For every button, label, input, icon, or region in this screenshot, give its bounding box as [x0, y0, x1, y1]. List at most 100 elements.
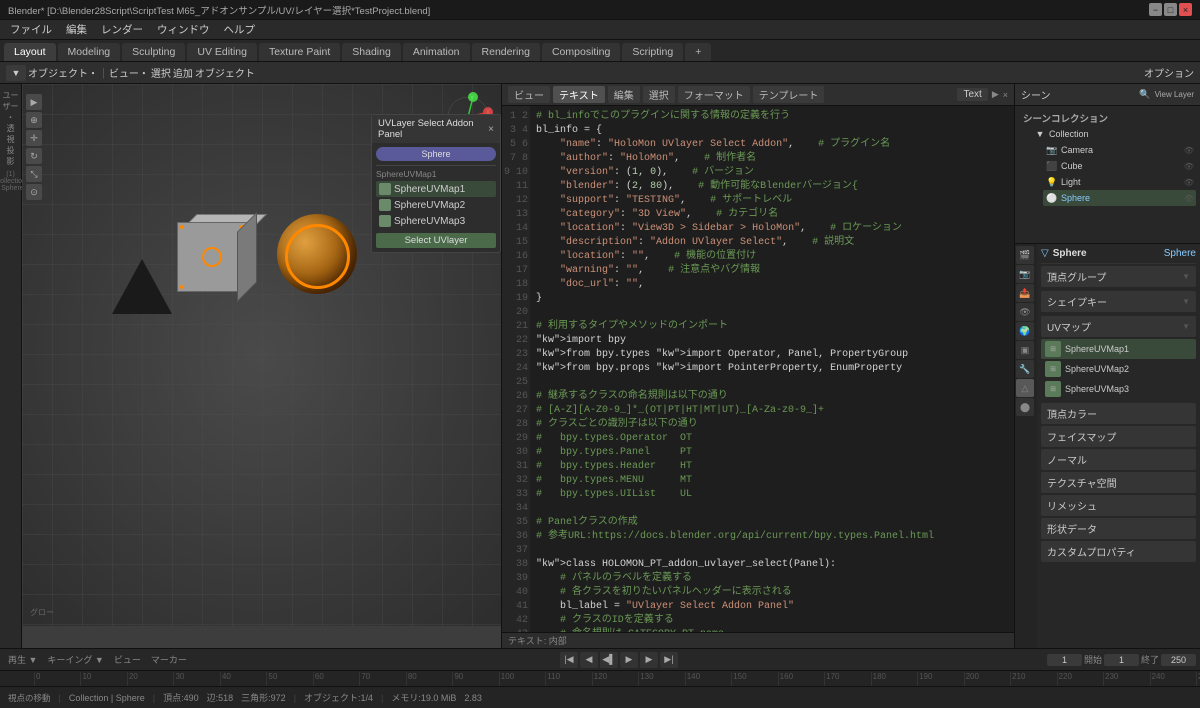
tool-cursor[interactable]: ⊕: [26, 112, 42, 128]
step-back-btn[interactable]: ◀: [580, 652, 598, 668]
prop-output-btn[interactable]: 📤: [1016, 284, 1034, 302]
step-fwd-btn[interactable]: ▶: [640, 652, 658, 668]
geometry-section[interactable]: 形状データ: [1041, 518, 1196, 539]
prop-modifier-btn[interactable]: 🔧: [1016, 360, 1034, 378]
uv-map-1[interactable]: ⊞ SphereUVMap1: [1041, 339, 1196, 359]
uv-map-section[interactable]: UVマップ ▼: [1041, 316, 1196, 337]
tool-move[interactable]: ✛: [26, 130, 42, 146]
tool-transform[interactable]: ⊙: [26, 184, 42, 200]
tree-light[interactable]: 💡 Light 👁: [1043, 174, 1196, 190]
vertex-groups-section[interactable]: 頂点グループ ▼: [1041, 266, 1196, 287]
play-btn[interactable]: ▶: [620, 652, 638, 668]
prop-object-btn[interactable]: ▣: [1016, 341, 1034, 359]
uv-map-2[interactable]: ⊞ SphereUVMap2: [1041, 359, 1196, 379]
code-content[interactable]: # bl_infoでこのプラグインに関する情報の定義を行う bl_info = …: [530, 106, 1014, 632]
tab-shading[interactable]: Shading: [342, 43, 401, 61]
tab-add[interactable]: +: [685, 43, 711, 61]
select-btn[interactable]: 選択: [151, 65, 171, 80]
text-tab-select[interactable]: 選択: [643, 86, 675, 103]
end-frame-input[interactable]: 250: [1161, 654, 1196, 666]
uv-map-3[interactable]: ⊞ SphereUVMap3: [1041, 379, 1196, 399]
text-tab-edit[interactable]: 編集: [608, 86, 640, 103]
marker-label[interactable]: マーカー: [147, 653, 191, 666]
object-mode-label[interactable]: オブジェクト・: [28, 65, 98, 80]
menu-file[interactable]: ファイル: [4, 21, 58, 38]
object-btn[interactable]: オブジェクト: [195, 65, 255, 80]
prop-view-btn[interactable]: 👁: [1016, 303, 1034, 321]
minimize-button[interactable]: −: [1149, 3, 1162, 16]
view-btn[interactable]: ビュー・: [109, 65, 149, 80]
tree-camera[interactable]: 📷 Camera 👁: [1043, 142, 1196, 158]
uvmap-item-2[interactable]: SphereUVMap2: [376, 197, 496, 213]
text-tab-format[interactable]: フォーマット: [678, 86, 750, 103]
tab-sculpting[interactable]: Sculpting: [122, 43, 185, 61]
remesh-section[interactable]: リメッシュ: [1041, 495, 1196, 516]
light-visibility-icon[interactable]: 👁: [1184, 178, 1194, 187]
text-tab-text[interactable]: テキスト: [553, 86, 605, 103]
maximize-button[interactable]: □: [1164, 3, 1177, 16]
app-title: Blender* [D:\Blender28Script\ScriptTest …: [8, 3, 430, 17]
sphere-visibility-icon[interactable]: 👁: [1184, 194, 1194, 203]
tree-cube[interactable]: ⬛ Cube 👁: [1043, 158, 1196, 174]
tab-texture-paint[interactable]: Texture Paint: [259, 43, 340, 61]
play-reverse-btn[interactable]: ◀▌: [600, 652, 618, 668]
tab-modeling[interactable]: Modeling: [58, 43, 121, 61]
prop-world-btn[interactable]: 🌍: [1016, 322, 1034, 340]
text-run-btn[interactable]: ▶: [992, 89, 999, 100]
close-button[interactable]: ×: [1179, 3, 1192, 16]
add-btn[interactable]: 追加: [173, 65, 193, 80]
keying-label[interactable]: キーイング ▼: [43, 653, 107, 666]
jump-start-btn[interactable]: |◀: [560, 652, 578, 668]
cube-visibility-icon[interactable]: 👁: [1184, 162, 1194, 171]
tool-select[interactable]: ▶: [26, 94, 42, 110]
outliner-search[interactable]: 🔍: [1139, 89, 1150, 100]
mode-select-btn[interactable]: ▼: [6, 65, 26, 81]
tab-animation[interactable]: Animation: [403, 43, 470, 61]
uvmap-item-1[interactable]: SphereUVMap1: [376, 181, 496, 197]
text-close-btn[interactable]: ×: [1003, 90, 1008, 100]
face-maps-section[interactable]: フェイスマップ: [1041, 426, 1196, 447]
prop-data-btn[interactable]: △: [1016, 379, 1034, 397]
uvlayer-sphere-btn[interactable]: Sphere: [376, 147, 496, 161]
uvlayer-panel-close[interactable]: ×: [488, 124, 494, 135]
view-label[interactable]: ビュー: [110, 653, 145, 666]
prop-render-btn[interactable]: 📷: [1016, 265, 1034, 283]
viewport-3d[interactable]: ▶ ⊕ ✛ ↻ ⤡ ⊙: [22, 84, 502, 648]
start-frame-input[interactable]: 1: [1104, 654, 1139, 666]
visibility-icon[interactable]: 👁: [1184, 146, 1194, 155]
main-area: ユーザー・透視投影 (1) Collection | Sphere ▶ ⊕ ✛ …: [0, 84, 1200, 648]
shape-key-section[interactable]: シェイプキー ▼: [1041, 291, 1196, 312]
jump-end-btn[interactable]: ▶|: [660, 652, 678, 668]
menu-help[interactable]: ヘルプ: [218, 21, 262, 38]
tree-sphere[interactable]: ⚪ Sphere 👁: [1043, 190, 1196, 206]
tab-compositing[interactable]: Compositing: [542, 43, 620, 61]
cube-object[interactable]: [177, 214, 257, 294]
tab-layout[interactable]: Layout: [4, 43, 56, 61]
normals-section[interactable]: ノーマル: [1041, 449, 1196, 470]
text-filename[interactable]: Text: [957, 88, 987, 101]
text-tab-template[interactable]: テンプレート: [753, 86, 825, 103]
select-uvlayer-button[interactable]: Select UVlayer: [376, 233, 496, 248]
tab-rendering[interactable]: Rendering: [472, 43, 540, 61]
menu-edit[interactable]: 編集: [60, 21, 93, 38]
cube-icon: ⬛: [1045, 159, 1059, 173]
tab-uv-editing[interactable]: UV Editing: [187, 43, 257, 61]
prop-scene-btn[interactable]: 🎬: [1016, 246, 1034, 264]
texture-space-section[interactable]: テクスチャ空間: [1041, 472, 1196, 493]
prop-material-btn[interactable]: ⬤: [1016, 398, 1034, 416]
text-tab-view[interactable]: ビュー: [508, 86, 550, 103]
frame-ruler: 0102030405060708090100110120130140150160…: [0, 670, 1200, 686]
sk-expand-icon: ▼: [1182, 297, 1190, 306]
current-frame-input[interactable]: 1: [1047, 654, 1082, 666]
tab-scripting[interactable]: Scripting: [622, 43, 683, 61]
tool-rotate[interactable]: ↻: [26, 148, 42, 164]
menu-render[interactable]: レンダー: [95, 21, 149, 38]
menu-window[interactable]: ウィンドウ: [151, 21, 216, 38]
uvmap-item-3[interactable]: SphereUVMap3: [376, 213, 496, 229]
vertex-colors-section[interactable]: 頂点カラー: [1041, 403, 1196, 424]
tool-scale[interactable]: ⤡: [26, 166, 42, 182]
custom-props-section[interactable]: カスタムプロパティ: [1041, 541, 1196, 562]
remesh-label: リメッシュ: [1047, 498, 1097, 513]
options-btn[interactable]: オプション: [1144, 65, 1194, 80]
tree-collection[interactable]: ▼ Collection: [1031, 126, 1196, 142]
